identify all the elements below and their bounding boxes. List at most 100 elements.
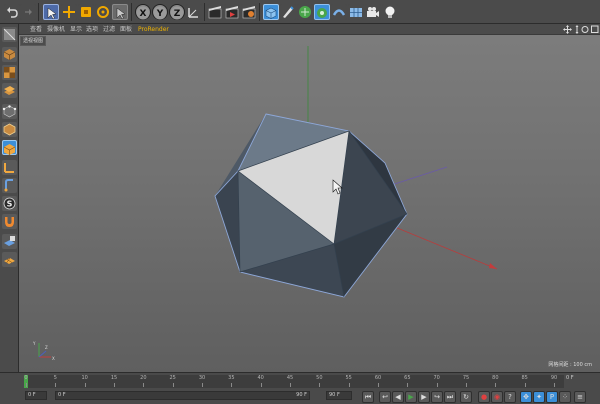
deformer-icon xyxy=(332,9,346,16)
camera-icon xyxy=(367,7,379,17)
render-picture-viewer-button[interactable] xyxy=(224,4,240,20)
parameter-key-icon: P xyxy=(549,393,555,401)
coordinate-system-button[interactable] xyxy=(186,4,202,20)
autokey-icon: ◉ xyxy=(493,393,501,401)
planar-workplane-button[interactable] xyxy=(2,252,17,267)
z-axis-lock-button[interactable]: Z xyxy=(169,4,185,20)
frame-display: 0 F xyxy=(566,375,574,381)
go-to-start-button[interactable]: ⏮ xyxy=(362,391,374,403)
cube-object-button[interactable] xyxy=(263,4,279,20)
timeline-tick-label: 45 xyxy=(286,375,294,381)
light-button[interactable] xyxy=(382,4,398,20)
scale-icon xyxy=(81,7,91,17)
autokey-button[interactable]: ◉ xyxy=(491,391,503,403)
current-frame-field[interactable]: 0 F xyxy=(25,391,47,400)
previous-key-button[interactable]: ↩ xyxy=(379,391,391,403)
svg-text:Y: Y xyxy=(32,341,36,346)
timeline-tick xyxy=(172,383,174,387)
redo-button[interactable] xyxy=(20,4,36,20)
scene-canvas: Y X Z xyxy=(32,46,498,361)
go-to-end-button[interactable]: ⏭ xyxy=(444,391,456,403)
perspective-viewport[interactable]: 查看 摄像机 显示 选项 过滤 面板 ProRender 透视视图 Y X Z … xyxy=(19,24,600,372)
keyframe-selection-button[interactable]: ? xyxy=(504,391,516,403)
z-axis-icon: Z xyxy=(170,6,184,20)
svg-text:X: X xyxy=(140,9,147,19)
timeline-tick-label: 30 xyxy=(198,375,206,381)
timeline-menu-button[interactable]: ≡ xyxy=(574,391,586,403)
play-button[interactable]: ▶ xyxy=(405,391,417,403)
magnet-icon xyxy=(5,217,14,227)
deformer-button[interactable] xyxy=(331,4,347,20)
parameter-key-button[interactable]: P xyxy=(546,391,558,403)
make-editable-icon xyxy=(3,28,16,41)
svg-text:Y: Y xyxy=(156,9,164,19)
workplane-mode-button[interactable] xyxy=(2,83,17,98)
pen-tool-button[interactable] xyxy=(280,4,296,20)
svg-text:S: S xyxy=(7,200,13,209)
end-frame-field[interactable]: 90 F xyxy=(326,391,352,400)
loop-icon: ↻ xyxy=(463,393,469,401)
array-button[interactable] xyxy=(314,4,330,20)
model-mode-button[interactable] xyxy=(2,47,17,62)
position-key-button[interactable]: ✥ xyxy=(520,391,532,403)
record-button[interactable]: ● xyxy=(478,391,490,403)
timeline-tick-label: 35 xyxy=(228,375,235,381)
preview-start-value: 0 F xyxy=(58,392,66,398)
render-settings-button[interactable] xyxy=(241,4,257,20)
point-level-key-button[interactable]: ⁘ xyxy=(559,391,571,403)
loop-button[interactable]: ↻ xyxy=(460,391,472,403)
undo-button[interactable] xyxy=(4,4,20,20)
y-axis-lock-button[interactable]: Y xyxy=(152,4,168,20)
texture-mode-button[interactable] xyxy=(2,65,17,80)
recent-tool-button[interactable] xyxy=(112,4,128,20)
next-frame-button[interactable]: ▶ xyxy=(418,391,430,403)
start-frame-field[interactable]: 0 F 90 F xyxy=(55,391,310,400)
solo-mode-button[interactable]: S xyxy=(2,196,17,211)
workplane-lock-button[interactable] xyxy=(2,234,17,249)
timeline-tick-label: 40 xyxy=(257,375,264,381)
make-editable-button[interactable] xyxy=(2,27,17,42)
timeline-tick xyxy=(466,383,467,387)
play-icon: ▶ xyxy=(408,393,414,401)
timeline-tick xyxy=(554,383,555,387)
selection-tool-button[interactable] xyxy=(43,4,59,20)
workplane-icon xyxy=(4,86,15,95)
rotation-key-button[interactable]: ✦ xyxy=(533,391,545,403)
rotate-tool-button[interactable] xyxy=(95,4,111,20)
list-icon: ≡ xyxy=(577,393,583,401)
model-mode-icon xyxy=(3,49,16,60)
separator xyxy=(38,3,39,21)
polygons-mode-icon xyxy=(3,144,16,155)
x-axis-icon: X xyxy=(136,6,150,20)
subdivision-button[interactable] xyxy=(297,4,313,20)
points-mode-button[interactable] xyxy=(2,104,17,119)
camera-button[interactable] xyxy=(365,4,381,20)
axis-mode-button[interactable] xyxy=(2,160,17,175)
timeline-tick xyxy=(26,383,27,387)
scale-tool-button[interactable] xyxy=(78,4,94,20)
polygons-mode-button[interactable] xyxy=(2,140,17,155)
floor-button[interactable] xyxy=(348,4,364,20)
next-key-button[interactable]: ↪ xyxy=(431,391,443,403)
timeline-tick-label: 15 xyxy=(110,375,118,381)
tweak-mode-icon xyxy=(4,179,13,192)
render-view-button[interactable] xyxy=(207,4,223,20)
x-axis-lock-button[interactable]: X xyxy=(135,4,151,20)
workplane-lock-icon xyxy=(4,236,15,246)
key-icon: ? xyxy=(508,393,512,401)
edges-mode-button[interactable] xyxy=(2,122,17,137)
position-key-icon: ✥ xyxy=(523,393,529,401)
previous-frame-button[interactable]: ◀ xyxy=(392,391,404,403)
timeline-tick-label: 55 xyxy=(345,375,352,381)
timeline-tick xyxy=(348,383,350,387)
timeline-tick-label: 65 xyxy=(404,375,411,381)
timeline-tick xyxy=(319,383,321,387)
timeline-tick xyxy=(202,383,203,387)
move-tool-button[interactable] xyxy=(61,4,77,20)
snap-button[interactable] xyxy=(2,214,17,229)
icosahedron-object[interactable] xyxy=(214,113,408,298)
x-axis-arrow xyxy=(489,263,497,269)
svg-text:Z: Z xyxy=(174,9,181,19)
edges-mode-icon xyxy=(3,123,16,136)
tweak-mode-button[interactable] xyxy=(2,178,17,193)
